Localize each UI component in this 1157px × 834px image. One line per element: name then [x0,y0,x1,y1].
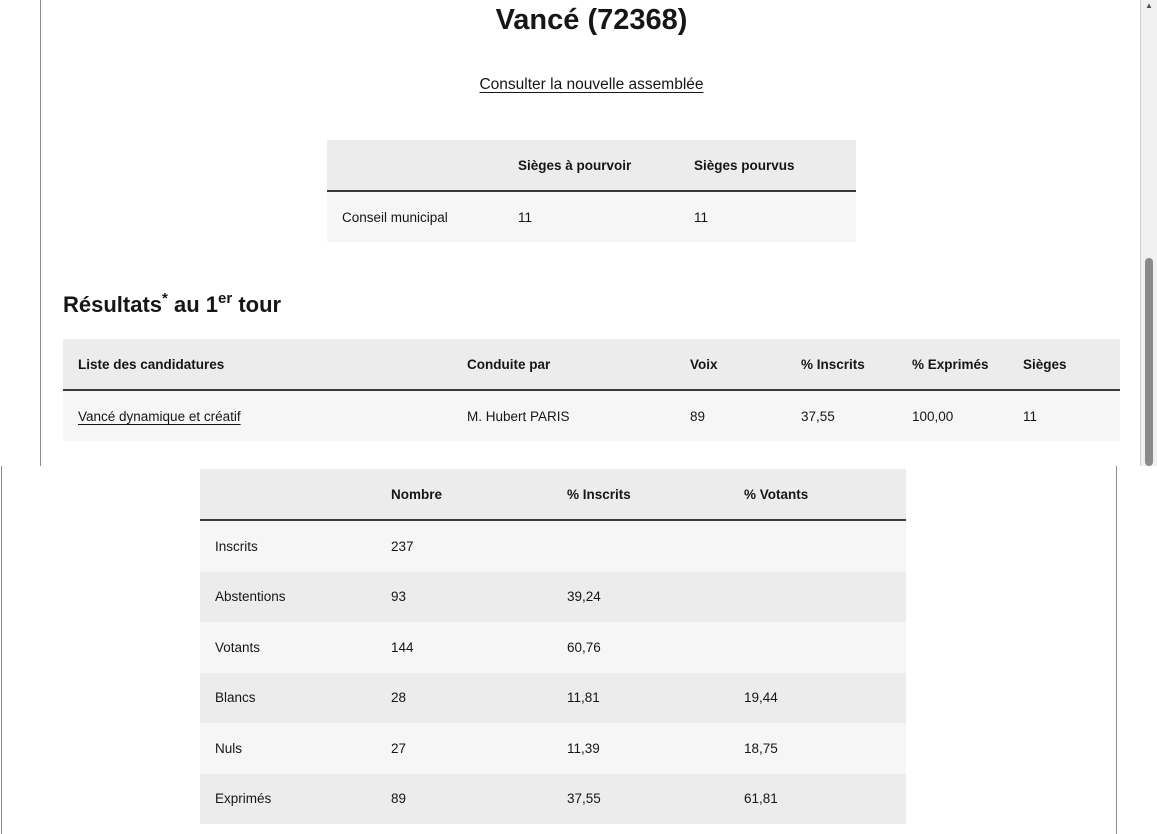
results-header-leader: Conduite par [452,339,675,391]
row-pct-voters: 18,75 [729,723,906,774]
results-cell-leader: M. Hubert PARIS [452,390,675,441]
participation-header-row: Nombre % Inscrits % Votants [200,469,906,521]
scrollbar-thumb[interactable] [1145,258,1153,466]
row-label: Votants [200,622,376,673]
results-header-pct-registered: % Inscrits [786,339,897,391]
results-heading-end: tour [232,292,282,317]
top-pane: Vancé (72368) Consulter la nouvelle asse… [0,0,1157,466]
candidate-list-link[interactable]: Vancé dynamique et créatif [78,409,241,424]
results-header-votes: Voix [675,339,786,391]
scroll-up-arrow-icon[interactable]: ▲ [1145,2,1153,10]
assembly-link-wrapper: Consulter la nouvelle assemblée [0,76,1157,94]
participation-header-number: Nombre [376,469,552,521]
row-pct-registered: 37,55 [552,773,729,824]
row-label: Blancs [200,672,376,723]
row-pct-registered: 11,39 [552,723,729,774]
participation-row-inscrits: Inscrits 237 [200,520,906,572]
results-heading-main: Résultats [63,292,163,317]
results-cell-pct-expressed: 100,00 [897,390,1008,441]
row-pct-voters: 61,81 [729,773,906,824]
results-table-header-row: Liste des candidatures Conduite par Voix… [63,339,1120,391]
participation-row-votants: Votants 144 60,76 [200,622,906,673]
bottom-right-border [1116,466,1117,834]
seats-row-label: Conseil municipal [327,191,503,242]
seats-row-to-fill: 11 [503,191,679,242]
row-label: Exprimés [200,773,376,824]
participation-row-abstentions: Abstentions 93 39,24 [200,571,906,622]
results-header-seats: Sièges [1008,339,1120,391]
seats-table-header-row: Sièges à pourvoir Sièges pourvus [327,140,856,192]
bottom-left-border [1,466,2,834]
row-label: Abstentions [200,571,376,622]
row-pct-voters: 19,44 [729,672,906,723]
row-number: 144 [376,622,552,673]
content-left-border [40,0,41,466]
seats-table: Sièges à pourvoir Sièges pourvus Conseil… [327,140,856,242]
participation-header-pct-voters: % Votants [729,469,906,521]
results-heading: Résultats* au 1er tour [63,290,282,318]
results-header-list: Liste des candidatures [63,339,452,391]
results-table: Liste des candidatures Conduite par Voix… [63,339,1120,441]
seats-table-row: Conseil municipal 11 11 [327,191,856,242]
page-title: Vancé (72368) [495,4,688,36]
bottom-pane: Nombre % Inscrits % Votants Inscrits 237… [0,466,1157,834]
participation-row-blancs: Blancs 28 11,81 19,44 [200,672,906,723]
row-label: Nuls [200,723,376,774]
row-number: 93 [376,571,552,622]
row-pct-registered: 39,24 [552,571,729,622]
results-cell-votes: 89 [675,390,786,441]
row-pct-registered [552,520,729,572]
row-number: 237 [376,520,552,572]
row-number: 28 [376,672,552,723]
results-cell-seats: 11 [1008,390,1120,441]
results-heading-sup: er [218,290,233,307]
participation-row-exprimes: Exprimés 89 37,55 61,81 [200,773,906,824]
participation-row-nuls: Nuls 27 11,39 18,75 [200,723,906,774]
results-heading-mid: au 1 [167,292,219,317]
seats-row-filled: 11 [679,191,856,242]
row-pct-voters [729,520,906,572]
results-table-row: Vancé dynamique et créatif M. Hubert PAR… [63,390,1120,441]
row-number: 27 [376,723,552,774]
seats-header-to-fill: Sièges à pourvoir [503,140,679,192]
row-pct-voters [729,571,906,622]
assembly-link[interactable]: Consulter la nouvelle assemblée [479,76,703,93]
row-pct-voters [729,622,906,673]
results-header-pct-expressed: % Exprimés [897,339,1008,391]
participation-table: Nombre % Inscrits % Votants Inscrits 237… [200,469,906,824]
results-cell-list: Vancé dynamique et créatif [63,390,452,441]
row-pct-registered: 60,76 [552,622,729,673]
row-number: 89 [376,773,552,824]
seats-header-filled: Sièges pourvus [679,140,856,192]
results-cell-pct-registered: 37,55 [786,390,897,441]
row-pct-registered: 11,81 [552,672,729,723]
seats-header-blank [327,140,503,192]
participation-header-blank [200,469,376,521]
row-label: Inscrits [200,520,376,572]
participation-header-pct-registered: % Inscrits [552,469,729,521]
